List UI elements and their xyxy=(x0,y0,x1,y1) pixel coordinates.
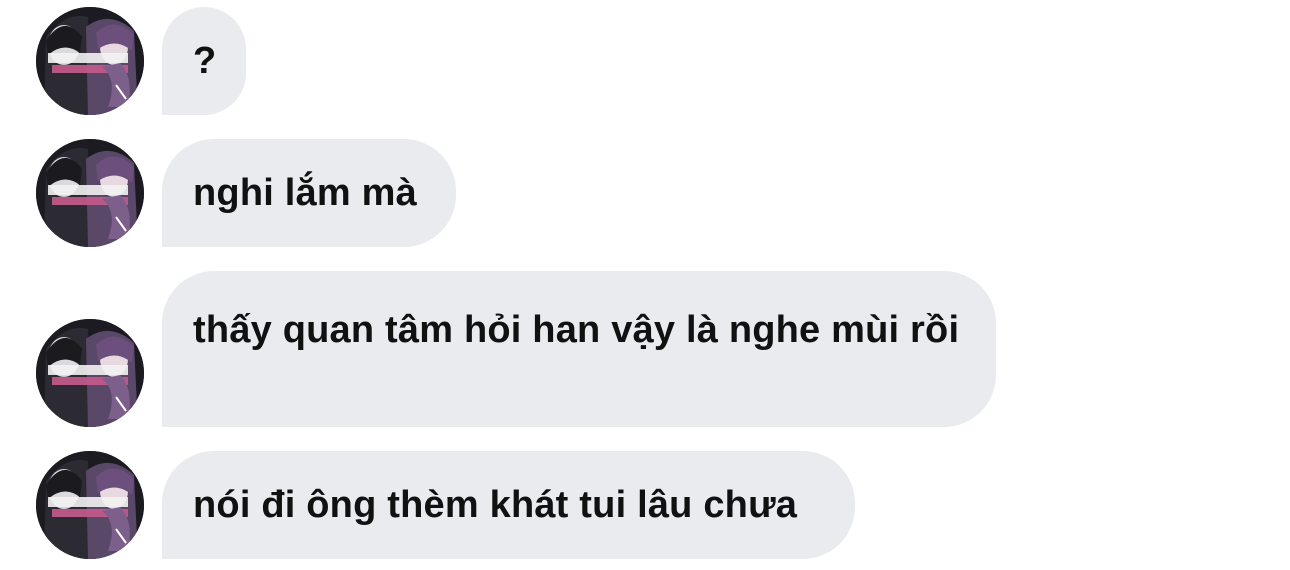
anime-girl-avatar-icon xyxy=(36,7,144,115)
message-bubble[interactable]: nói đi ông thèm khát tui lâu chưa xyxy=(162,451,855,559)
sender-avatar[interactable] xyxy=(36,451,144,559)
anime-girl-avatar-icon xyxy=(36,139,144,247)
anime-girl-avatar-icon xyxy=(36,319,144,427)
message-text: nói đi ông thèm khát tui lâu chưa xyxy=(193,484,798,526)
message-text: ? xyxy=(193,40,217,82)
sender-avatar[interactable] xyxy=(36,139,144,247)
anime-girl-avatar-icon xyxy=(36,451,144,559)
message-text: nghi lắm mà xyxy=(193,172,417,214)
message-bubble[interactable]: ? xyxy=(162,7,246,115)
message-bubble[interactable]: thấy quan tâm hỏi han vậy là nghe mùi rồ… xyxy=(162,271,996,427)
sender-avatar[interactable] xyxy=(36,319,144,427)
message-text: thấy quan tâm hỏi han vậy là nghe mùi rồ… xyxy=(193,309,960,351)
sender-avatar[interactable] xyxy=(36,7,144,115)
message-bubble[interactable]: nghi lắm mà xyxy=(162,139,456,247)
